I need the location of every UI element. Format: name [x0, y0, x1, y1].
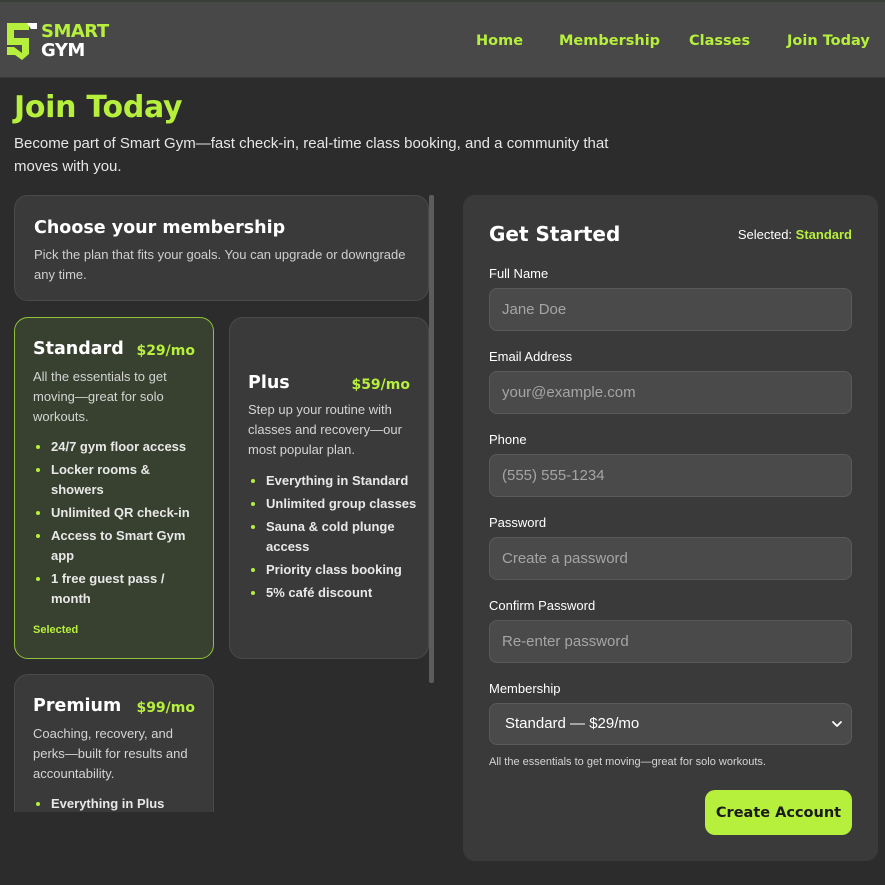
plan-feature: 5% café discount	[248, 583, 420, 603]
plan-feature: Access to Smart Gym app	[33, 526, 205, 566]
plan-description: All the essentials to get moving—great f…	[33, 369, 167, 424]
membership-intro-description: Pick the plan that fits your goals. You …	[34, 247, 406, 282]
membership-select[interactable]: Standard — $29/mo	[489, 703, 852, 745]
phone-label: Phone	[489, 432, 527, 447]
chevron-down-icon	[832, 721, 842, 727]
confirm-password-label: Confirm Password	[489, 598, 596, 613]
plan-card-premium[interactable]: Premium $99/mo Coaching, recovery, and p…	[14, 674, 214, 812]
selected-plan-value: Standard	[795, 227, 852, 242]
plan-name: Premium	[33, 696, 122, 716]
selected-plan-indicator: Selected: Standard	[738, 227, 852, 242]
membership-intro-card: Choose your membership Pick the plan tha…	[14, 195, 429, 301]
signup-form-card: Get Started Selected: Standard Full Name…	[463, 195, 878, 861]
plan-feature: Sauna & cold plunge access	[248, 517, 420, 557]
plan-feature: Everything in Plus	[33, 794, 205, 812]
plan-price: $59/mo	[351, 377, 410, 393]
email-label: Email Address	[489, 349, 573, 364]
plan-feature-list: Everything in Standard Unlimited group c…	[248, 471, 420, 606]
full-name-input[interactable]	[489, 288, 852, 331]
plan-feature: Unlimited QR check-in	[33, 503, 205, 523]
membership-intro-title: Choose your membership	[34, 218, 286, 238]
smart-gym-logo[interactable]: SMART GYM	[4, 19, 114, 65]
plan-feature: 24/7 gym floor access	[33, 437, 205, 457]
plan-feature: 1 free guest pass / month	[33, 569, 205, 609]
selected-plan-prefix: Selected:	[737, 227, 793, 242]
smart-gym-logo-mark-icon	[7, 23, 37, 60]
plan-price: $99/mo	[136, 700, 195, 716]
membership-plans-panel[interactable]: Choose your membership Pick the plan tha…	[14, 195, 430, 812]
plans-scrollbar[interactable]	[429, 195, 434, 683]
form-title: Get Started	[489, 222, 621, 246]
membership-select-value: Standard — $29/mo	[505, 715, 640, 732]
page-subtitle: Become part of Smart Gym—fast check-in, …	[14, 135, 609, 175]
plan-feature: Priority class booking	[248, 560, 420, 580]
top-nav-bar: SMART GYM Home Membership Classes Join T…	[0, 0, 885, 78]
plan-selected-badge: Selected	[33, 624, 79, 636]
plan-name: Standard	[33, 339, 124, 359]
plan-description: Coaching, recovery, and perks—built for …	[33, 726, 188, 781]
plan-feature-list: Everything in Plus	[33, 794, 205, 812]
plan-feature: Unlimited group classes	[248, 494, 420, 514]
nav-link-membership[interactable]: Membership	[559, 33, 660, 49]
nav-link-join-today[interactable]: Join Today	[787, 33, 870, 49]
plan-feature: Locker rooms & showers	[33, 460, 205, 500]
plan-card-plus[interactable]: Plus $59/mo Step up your routine with cl…	[229, 317, 429, 659]
phone-input[interactable]	[489, 454, 852, 497]
membership-help-text: All the essentials to get moving—great f…	[489, 756, 766, 768]
nav-link-classes[interactable]: Classes	[689, 33, 750, 49]
plan-price: $29/mo	[136, 343, 195, 359]
confirm-password-input[interactable]	[489, 620, 852, 663]
page-title: Join Today	[14, 90, 183, 125]
plan-feature-list: 24/7 gym floor access Locker rooms & sho…	[33, 437, 205, 612]
create-account-button[interactable]: Create Account	[705, 790, 852, 835]
logo-word-smart: SMART	[41, 21, 109, 42]
password-input[interactable]	[489, 537, 852, 580]
full-name-label: Full Name	[489, 266, 549, 281]
plan-name: Plus	[248, 373, 290, 393]
plan-description: Step up your routine with classes and re…	[248, 402, 402, 457]
email-input[interactable]	[489, 371, 852, 414]
logo-word-gym: GYM	[41, 40, 85, 61]
password-label: Password	[489, 515, 547, 530]
nav-link-home[interactable]: Home	[476, 33, 523, 49]
membership-select-label: Membership	[489, 681, 561, 696]
logo-wordmark: SMART GYM	[41, 22, 109, 60]
plan-card-standard[interactable]: Standard $29/mo All the essentials to ge…	[14, 317, 214, 659]
plan-feature: Everything in Standard	[248, 471, 420, 491]
